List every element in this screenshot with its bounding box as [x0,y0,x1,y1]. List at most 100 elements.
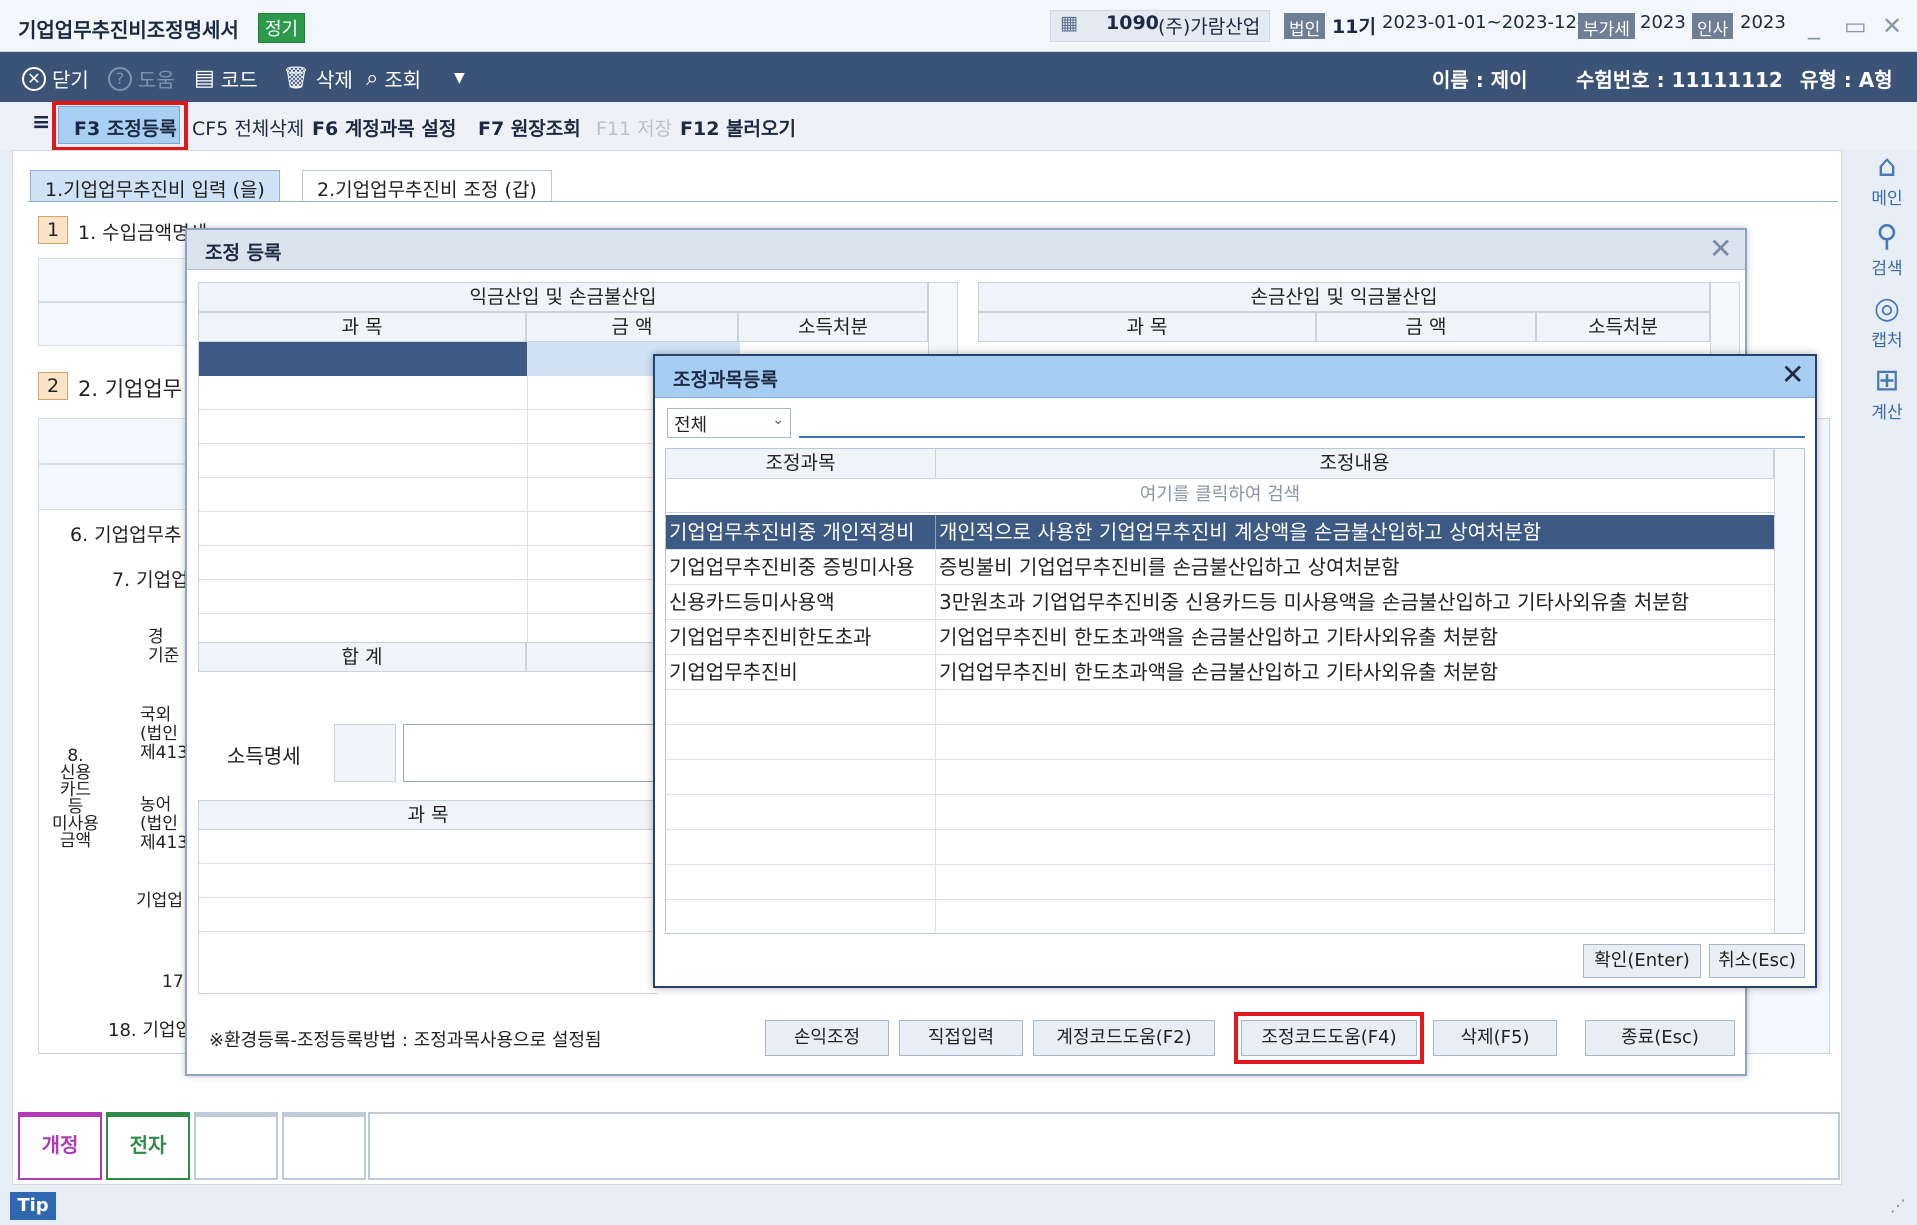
highlight-f3 [52,101,188,151]
bottom-tab-revision[interactable]: 개정 [18,1112,102,1180]
sidebar-calc[interactable]: ⊞ 계산 [1862,364,1912,424]
income-detail-code[interactable] [334,724,396,782]
delete-button[interactable]: 🗑 삭제 [282,64,353,93]
f7-ledger-inquiry[interactable]: F7 원장조회 [478,114,581,141]
empty-row[interactable] [666,865,1774,900]
delete-label: 삭제 [315,68,353,92]
right-col-subject: 과 목 [978,312,1316,342]
camera-icon: ◎ [1873,291,1901,326]
table-row[interactable]: 기업업무추진비중 개인적경비 개인적으로 사용한 기업업무추진비 계상액을 손금… [666,515,1774,550]
lower-row[interactable] [199,864,659,898]
inquiry-button[interactable]: ⌕ 조회 [366,64,421,93]
left-col-disposal: 소득처분 [738,312,928,342]
empty-cell [666,795,936,829]
more-dropdown[interactable]: ▼ [454,70,465,86]
bottom-tab-empty-1[interactable] [194,1112,278,1180]
row-nong: 농어 (법인 제413 [140,795,189,853]
empty-row[interactable] [666,795,1774,830]
bottom-tab-electronic[interactable]: 전자 [106,1112,190,1180]
building-icon: ▦ [1060,12,1078,34]
exit-esc-button[interactable]: 종료(Esc) [1585,1020,1735,1056]
dialog2-close-icon[interactable]: ✕ [1781,358,1804,391]
left-group-header: 익금산입 및 손금불산입 [198,282,928,312]
direct-input-button[interactable]: 직접입력 [899,1020,1023,1056]
right-grid-scroll[interactable] [1710,282,1740,362]
empty-cell [666,725,936,759]
help-icon: ? [108,66,132,91]
row17-label: 17 [162,972,184,992]
empty-cell [666,865,936,899]
cf5-delete-all[interactable]: CF5 전체삭제 [192,114,304,141]
account-code-help-button[interactable]: 계정코드도움(F2) [1033,1020,1215,1056]
profit-adjust-button[interactable]: 손익조정 [765,1020,889,1056]
help-button[interactable]: ? 도움 [108,64,175,93]
lower-row[interactable] [199,830,659,864]
table-row[interactable]: 기업업무추진비한도초과 기업업무추진비 한도초과액을 손금불산입하고 기타사외유… [666,620,1774,655]
vat-tag: 부가세 [1578,13,1635,40]
f6-account-setting[interactable]: F6 계정과목 설정 [312,114,456,141]
left-total-row: 합 계 [198,642,526,672]
maximize-icon[interactable]: ▭ [1844,12,1867,40]
row18-label: 18. 기업업 [108,1020,193,1041]
row-subject: 기업업무추진비 [666,655,936,689]
empty-row[interactable] [666,830,1774,865]
dialog1-close-icon[interactable]: ✕ [1709,232,1732,265]
row-subject: 기업업무추진비한도초과 [666,620,936,654]
left-col-amount-label: 금 액 [611,316,653,338]
empty-row[interactable] [666,725,1774,760]
bottom-tab-empty-2[interactable] [282,1112,366,1180]
highlight-adjust-code-help [1234,1012,1424,1064]
search-input[interactable] [799,408,1805,438]
col-adjust-content-label: 조정내용 [1319,452,1390,474]
user-name: 이름 : 제이 [1432,68,1528,92]
cancel-button[interactable]: 취소(Esc) [1709,944,1805,978]
tab-adjust-gap[interactable]: 2.기업업무추진비 조정 (갑) [302,170,552,202]
delete-f5-button[interactable]: 삭제(F5) [1433,1020,1557,1056]
menu-icon[interactable]: ≡ [32,110,50,135]
lower-col-subject-label: 과 목 [407,804,449,826]
lower-col-subject: 과 목 [198,800,658,830]
tab-input-eul[interactable]: 1.기업업무추진비 입력 (을) [30,170,280,202]
left-col-divider [527,342,528,642]
row-kiup: 기업업 [136,891,183,911]
confirm-button[interactable]: 확인(Enter) [1583,944,1701,978]
adjust-subject-table: 조정과목 조정내용 여기를 클릭하여 검색 기업업무추진비중 개인적경비 개인적… [665,448,1805,935]
f11-save[interactable]: F11 저장 [596,114,672,141]
code-button[interactable]: ▤ 코드 [194,64,258,93]
left-grid-selected-row[interactable] [199,342,527,376]
minimize-icon[interactable]: _ [1808,12,1820,40]
company-name: (주)가람산업 [1158,16,1261,38]
search-hint-row[interactable]: 여기를 클릭하여 검색 [666,479,1774,513]
close-button[interactable]: ✕ 닫기 [22,64,89,93]
lower-row[interactable] [199,898,659,932]
row-subject: 기업업무추진비중 증빙미사용 [666,550,936,584]
empty-cell [666,900,936,935]
inquiry-icon: ⌕ [366,66,379,91]
empty-row[interactable] [666,900,1774,935]
empty-row[interactable] [666,760,1774,795]
filter-select[interactable]: 전체 ⌄ [667,408,791,438]
right-col-subject-label: 과 목 [1126,316,1168,338]
search-hint: 여기를 클릭하여 검색 [1139,484,1301,505]
fiscal-term: 11기 [1332,16,1376,38]
hr-year: 2023 [1740,12,1786,33]
tip-button[interactable]: Tip [10,1192,56,1220]
close-window-icon[interactable]: ✕ [1882,12,1902,40]
f12-load[interactable]: F12 불러오기 [680,114,796,141]
sidebar-capture[interactable]: ◎ 캡처 [1862,291,1912,352]
right-group-header: 손금산입 및 익금불산입 [978,282,1710,312]
company-code: 1090 [1106,12,1159,34]
resize-grip-icon[interactable]: ⋰ [1890,1196,1906,1215]
table-row[interactable]: 기업업무추진비 기업업무추진비 한도초과액을 손금불산입하고 기타사외유출 처분… [666,655,1774,690]
sidebar-search[interactable]: ⚲ 검색 [1862,220,1912,280]
table-scrollbar[interactable] [1774,449,1804,933]
right-col-amount: 금 액 [1316,312,1536,342]
table-row[interactable]: 기업업무추진비중 증빙미사용 증빙불비 기업업무추진비를 손금불산입하고 상여처… [666,550,1774,585]
setting-note: ※환경등록-조정등록방법 : 조정과목사용으로 설정됨 [209,1030,602,1051]
tab-underline [28,201,1838,202]
right-col-disposal-label: 소득처분 [1588,316,1658,338]
table-row[interactable]: 신용카드등미사용액 3만원초과 기업업무추진비중 신용카드등 미사용액을 손금불… [666,585,1774,620]
sidebar-main[interactable]: ⌂ 메인 [1862,150,1912,210]
adjust-subject-dialog: 조정과목등록 ✕ 전체 ⌄ 조정과목 조정내용 여기를 클릭하여 검색 기업업무… [653,354,1817,988]
empty-row[interactable] [666,690,1774,725]
